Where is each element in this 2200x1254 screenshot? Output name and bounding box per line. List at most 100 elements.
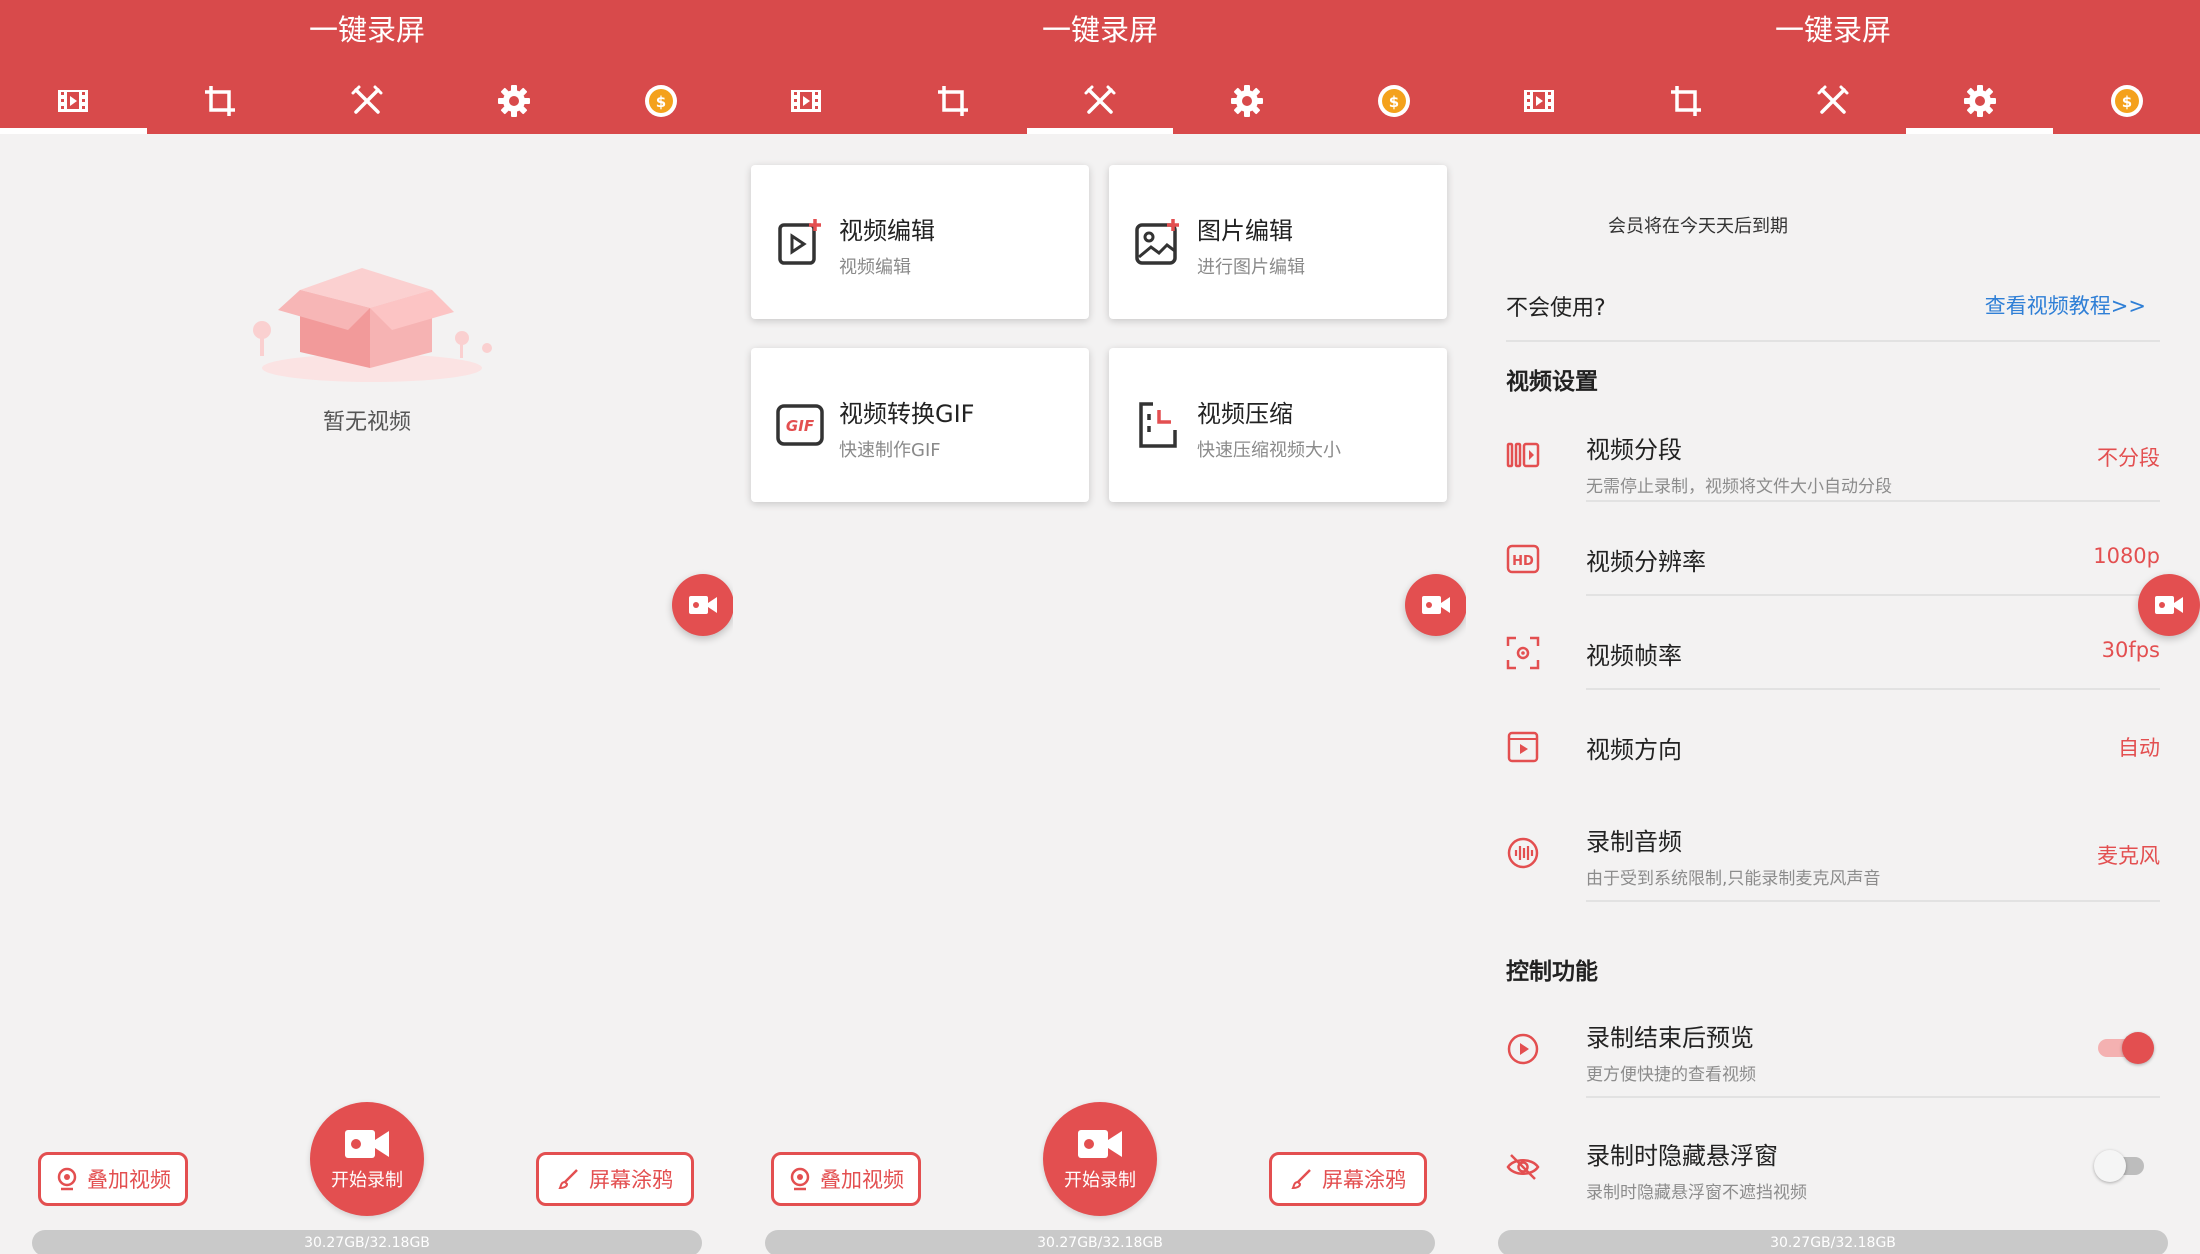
tutorial-link[interactable]: 查看视频教程>> xyxy=(1985,290,2146,320)
app-header: 一键录屏 $ xyxy=(0,0,734,134)
tools-icon xyxy=(1817,85,1849,114)
setting-subtitle: 由于受到系统限制,只能录制麦克风声音 xyxy=(1586,869,1881,889)
start-record-button[interactable]: 开始录制 xyxy=(1043,1102,1157,1216)
screen-doodle-button[interactable]: 屏幕涂鸦 xyxy=(1269,1152,1427,1206)
svg-text:$: $ xyxy=(2121,93,2131,111)
gear-icon xyxy=(497,85,530,117)
floating-record-button[interactable] xyxy=(1405,574,1467,636)
setting-row-orientation[interactable]: 视频方向 自动 xyxy=(1466,708,2200,784)
setting-title: 视频方向 xyxy=(1586,736,1682,764)
segment-icon xyxy=(1506,442,1540,468)
card-title: 图片编辑 xyxy=(1197,217,1293,245)
setting-value: 不分段 xyxy=(2097,446,2160,470)
setting-title: 录制结束后预览 xyxy=(1586,1024,1754,1052)
video-to-gif-card[interactable]: GIF 视频转换GIF 快速制作GIF xyxy=(751,348,1089,502)
video-compress-card[interactable]: 视频压缩 快速压缩视频大小 xyxy=(1109,348,1447,502)
overlay-video-label: 叠加视频 xyxy=(87,1168,171,1192)
tab-crop[interactable] xyxy=(147,68,294,134)
video-camera-icon xyxy=(1078,1130,1122,1158)
setting-value: 自动 xyxy=(2118,736,2160,760)
storage-indicator: 30.27GB/32.18GB xyxy=(1498,1230,2168,1254)
framerate-icon xyxy=(1506,636,1540,670)
floating-record-button[interactable] xyxy=(672,574,734,636)
tab-settings[interactable] xyxy=(1173,68,1320,134)
screen-doodle-label: 屏幕涂鸦 xyxy=(589,1168,673,1192)
setting-title: 视频分段 xyxy=(1586,436,1682,464)
gear-icon xyxy=(1230,85,1263,117)
setting-value: 1080p xyxy=(2093,544,2160,568)
crop-icon xyxy=(1671,86,1702,116)
hd-icon: HD xyxy=(1506,544,1540,574)
orientation-icon xyxy=(1507,731,1539,763)
setting-title: 视频分辨率 xyxy=(1586,548,1706,576)
tab-vip[interactable]: $ xyxy=(1320,68,1467,134)
tab-tools[interactable] xyxy=(294,68,441,134)
setting-row-preview[interactable]: 录制结束后预览 更方便快捷的查看视频 xyxy=(1466,1016,2200,1098)
tab-video[interactable] xyxy=(0,68,147,134)
setting-value: 麦克风 xyxy=(2097,844,2160,868)
tab-crop[interactable] xyxy=(880,68,1027,134)
compress-icon xyxy=(1139,402,1177,448)
tab-settings[interactable] xyxy=(1906,68,2053,134)
tab-bar: $ xyxy=(733,68,1467,134)
webcam-icon xyxy=(57,1167,77,1191)
card-subtitle: 视频编辑 xyxy=(839,257,911,278)
brush-icon xyxy=(1291,1169,1311,1190)
screen-doodle-button[interactable]: 屏幕涂鸦 xyxy=(536,1152,694,1206)
overlay-video-button[interactable]: 叠加视频 xyxy=(38,1152,188,1206)
camera-icon xyxy=(1422,596,1450,614)
video-edit-card[interactable]: 视频编辑 视频编辑 xyxy=(751,165,1089,319)
setting-title: 视频帧率 xyxy=(1586,642,1682,670)
vip-coin-icon: $ xyxy=(2110,85,2143,117)
setting-row-segment[interactable]: 视频分段 无需停止录制，视频将文件大小自动分段 不分段 xyxy=(1466,426,2200,502)
card-title: 视频编辑 xyxy=(839,217,935,245)
setting-subtitle: 无需停止录制，视频将文件大小自动分段 xyxy=(1586,477,1892,497)
eye-off-icon xyxy=(1506,1154,1540,1180)
setting-title: 录制时隐藏悬浮窗 xyxy=(1586,1142,1778,1170)
tab-video[interactable] xyxy=(1466,68,1613,134)
card-subtitle: 进行图片编辑 xyxy=(1197,257,1305,278)
app-title: 一键录屏 xyxy=(308,13,425,47)
tools-icon xyxy=(1084,85,1116,114)
app-title: 一键录屏 xyxy=(1774,13,1891,47)
image-edit-icon xyxy=(1135,219,1179,265)
hide-float-toggle[interactable] xyxy=(2094,1150,2150,1182)
setting-subtitle: 录制时隐藏悬浮窗不遮挡视频 xyxy=(1586,1183,1807,1203)
preview-toggle[interactable] xyxy=(2098,1032,2154,1064)
brush-icon xyxy=(558,1169,578,1190)
setting-row-resolution[interactable]: HD 视频分辨率 1080p xyxy=(1466,520,2200,596)
image-edit-card[interactable]: 图片编辑 进行图片编辑 xyxy=(1109,165,1447,319)
screen-tools: 一键录屏 $ 视频编辑 视频编辑 图片编辑 进行图片编辑 GIF 视频转换GIF… xyxy=(733,0,1467,1254)
film-icon xyxy=(791,90,822,112)
setting-row-audio[interactable]: 录制音频 由于受到系统限制,只能录制麦克风声音 麦克风 xyxy=(1466,820,2200,902)
video-camera-icon xyxy=(345,1130,389,1158)
start-record-button[interactable]: 开始录制 xyxy=(310,1102,424,1216)
app-header: 一键录屏 $ xyxy=(1466,0,2200,134)
webcam-icon xyxy=(790,1167,810,1191)
bottom-bar: 叠加视频 开始录制 屏幕涂鸦 30.27GB/32.18GB xyxy=(0,1090,734,1254)
film-icon xyxy=(58,90,89,112)
svg-text:GIF: GIF xyxy=(786,417,815,435)
tab-vip[interactable]: $ xyxy=(2053,68,2200,134)
tab-settings[interactable] xyxy=(440,68,587,134)
overlay-video-button[interactable]: 叠加视频 xyxy=(771,1152,921,1206)
setting-row-framerate[interactable]: 视频帧率 30fps xyxy=(1466,614,2200,690)
app-header: 一键录屏 $ xyxy=(733,0,1467,134)
app-title: 一键录屏 xyxy=(1041,13,1158,47)
setting-row-hide-float[interactable]: 录制时隐藏悬浮窗 录制时隐藏悬浮窗不遮挡视频 xyxy=(1466,1134,2200,1216)
screen-video-list: 一键录屏 $ 暂无视频 叠加视频 开始录制 屏幕涂鸦 30.27GB/32.18… xyxy=(0,0,734,1254)
gif-icon: GIF xyxy=(776,404,824,446)
card-title: 视频压缩 xyxy=(1197,400,1293,428)
setting-title: 录制音频 xyxy=(1586,828,1682,856)
floating-record-button[interactable] xyxy=(2138,574,2200,636)
start-record-label: 开始录制 xyxy=(1064,1170,1136,1191)
tab-video[interactable] xyxy=(733,68,880,134)
tab-tools[interactable] xyxy=(1760,68,1907,134)
card-subtitle: 快速制作GIF xyxy=(839,440,941,461)
divider xyxy=(1586,1096,2160,1098)
overlay-video-label: 叠加视频 xyxy=(820,1168,904,1192)
tab-tools[interactable] xyxy=(1026,68,1174,134)
tab-vip[interactable]: $ xyxy=(587,68,734,134)
tab-crop[interactable] xyxy=(1613,68,1760,134)
tools-icon xyxy=(351,85,383,114)
